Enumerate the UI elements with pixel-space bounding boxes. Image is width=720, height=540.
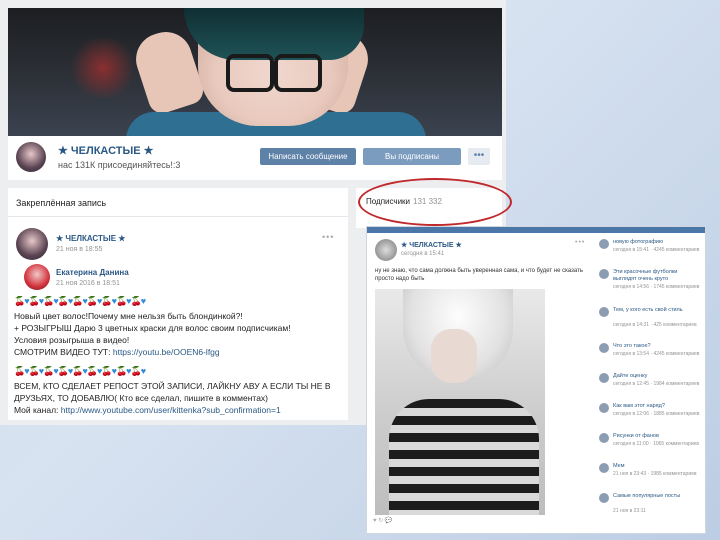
post-menu-icon[interactable]: •••	[322, 232, 334, 242]
cover-hair	[184, 8, 364, 60]
feed-item-title[interactable]: Тем, у кого есть свой стиль	[613, 307, 701, 314]
divider	[8, 216, 348, 217]
video-link[interactable]: https://youtu.be/OOEN6-lfgg	[113, 347, 220, 357]
cover-glasses-left	[226, 54, 274, 92]
channel-link[interactable]: http://www.youtube.com/user/kittenka?sub…	[61, 405, 281, 415]
post-photo[interactable]	[375, 289, 545, 515]
post-text-line: ВСЕМ, КТО СДЕЛАЕТ РЕПОСТ ЭТОЙ ЗАПИСИ, ЛА…	[14, 381, 331, 391]
repost-date[interactable]: 21 ноя 2016 в 18:51	[56, 280, 120, 287]
feed-item-meta: сегодня в 11:00 · 1065 комментариев	[613, 441, 700, 447]
feed-item-meta: сегодня в 14:56 · 1745 комментариев	[613, 284, 700, 290]
feed-item-meta: сегодня в 12:45 · 1984 комментариев	[613, 381, 700, 387]
feed-item-title[interactable]: Как вам этот наряд?	[613, 403, 701, 410]
post-text: ну не знаю, что сама должна быть уверенн…	[375, 268, 583, 282]
feed-item-title[interactable]: Мем	[613, 463, 701, 470]
emoji-hearts-row: 🍒♥🍒♥🍒♥🍒♥🍒♥🍒♥🍒♥🍒♥🍒♥	[14, 366, 146, 376]
wall: Закреплённая запись ★ ЧЕЛКАСТЫЕ ★ 21 ноя…	[8, 188, 348, 420]
feed-item-title[interactable]: Эти красочные футболки выглядят очень кр…	[613, 269, 701, 283]
avatar	[599, 307, 609, 317]
avatar	[599, 463, 609, 473]
post-author-avatar[interactable]	[375, 239, 397, 261]
avatar	[599, 403, 609, 413]
feed-item-meta: сегодня в 12:06 · 1885 комментариев	[613, 411, 700, 417]
feed-item-title[interactable]: Дайте оценку	[613, 373, 701, 380]
post-footer: ♥ ↻ 💬	[373, 518, 393, 524]
vk-post-screenshot: ★ ЧЕЛКАСТЫЕ ★ сегодня в 15:41 ••• ну не …	[366, 226, 706, 534]
pinned-post-label: Закреплённая запись	[16, 198, 107, 208]
post-text-line: Условия розыгрыша в видео!	[14, 335, 130, 345]
post-author-avatar[interactable]	[16, 228, 48, 260]
repost-author-avatar[interactable]	[24, 264, 50, 290]
subscribed-button[interactable]: Вы подписаны	[363, 148, 461, 165]
photo-striped-shirt	[389, 399, 539, 515]
avatar	[599, 373, 609, 383]
feed-item-title[interactable]: Рисунки от фанов	[613, 433, 701, 440]
feed-item-meta: 21 ноя в 23:43 · 1985 комментариев	[613, 471, 697, 477]
post-text-line: ДРУЗЬЯХ, ТО ДОБАВЛЮ( Кто все сделал, пиш…	[14, 393, 269, 403]
channel-label: Мой канал:	[14, 405, 59, 415]
group-header: ★ ЧЕЛКАСТЫЕ ★ нас 131К присоединяйтесь!:…	[8, 136, 502, 180]
feed-item-meta: сегодня в 14:31 · 425 комментариев	[613, 322, 697, 328]
feed-item-title[interactable]: Самые популярные посты	[613, 493, 701, 500]
group-cover-image	[8, 8, 502, 136]
cover-glasses-right	[274, 54, 322, 92]
avatar	[599, 269, 609, 279]
feed-item-meta: сегодня в 13:54 · 4245 комментариев	[613, 351, 700, 357]
highlight-oval	[358, 178, 512, 226]
top-bar	[367, 227, 705, 233]
feed-item-title[interactable]: Что это такое?	[613, 343, 701, 350]
post-date[interactable]: 21 ноя в 18:55	[56, 246, 102, 253]
post-author[interactable]: ★ ЧЕЛКАСТЫЕ ★	[401, 241, 462, 249]
group-avatar[interactable]	[16, 142, 46, 172]
group-subtitle: нас 131К присоединяйтесь!:3	[58, 160, 181, 170]
feed-item-title[interactable]: новую фотографию	[613, 239, 701, 246]
avatar	[599, 343, 609, 353]
avatar	[599, 239, 609, 249]
feed-item-meta: 21 ноя в 23:11	[613, 508, 646, 514]
post-menu-icon[interactable]: •••	[575, 239, 585, 246]
video-label: СМОТРИМ ВИДЕО ТУТ:	[14, 347, 111, 357]
feed-item-meta: сегодня в 15:41 · 4245 комментариев	[613, 247, 700, 253]
post-text-line: Мой канал: http://www.youtube.com/user/k…	[14, 405, 281, 415]
cover-decoration	[68, 38, 138, 98]
post-text-line: Новый цвет волос!Почему мне нельзя быть …	[14, 311, 243, 321]
send-message-button[interactable]: Написать сообщение	[260, 148, 356, 165]
post-text-line: + РОЗЫГРЫШ Дарю 3 цветных краски для вол…	[14, 323, 291, 333]
group-name[interactable]: ★ ЧЕЛКАСТЫЕ ★	[58, 144, 154, 157]
repost-author[interactable]: Екатерина Данина	[56, 268, 129, 277]
post-author[interactable]: ★ ЧЕЛКАСТЫЕ ★	[56, 234, 125, 243]
more-actions-button[interactable]: •••	[468, 148, 490, 165]
emoji-hearts-row: 🍒♥🍒♥🍒♥🍒♥🍒♥🍒♥🍒♥🍒♥🍒♥	[14, 296, 146, 306]
post-date[interactable]: сегодня в 15:41	[401, 251, 444, 257]
avatar	[599, 493, 609, 503]
avatar	[599, 433, 609, 443]
photo-face	[431, 329, 477, 383]
post-text-line: СМОТРИМ ВИДЕО ТУТ: https://youtu.be/OOEN…	[14, 347, 220, 357]
